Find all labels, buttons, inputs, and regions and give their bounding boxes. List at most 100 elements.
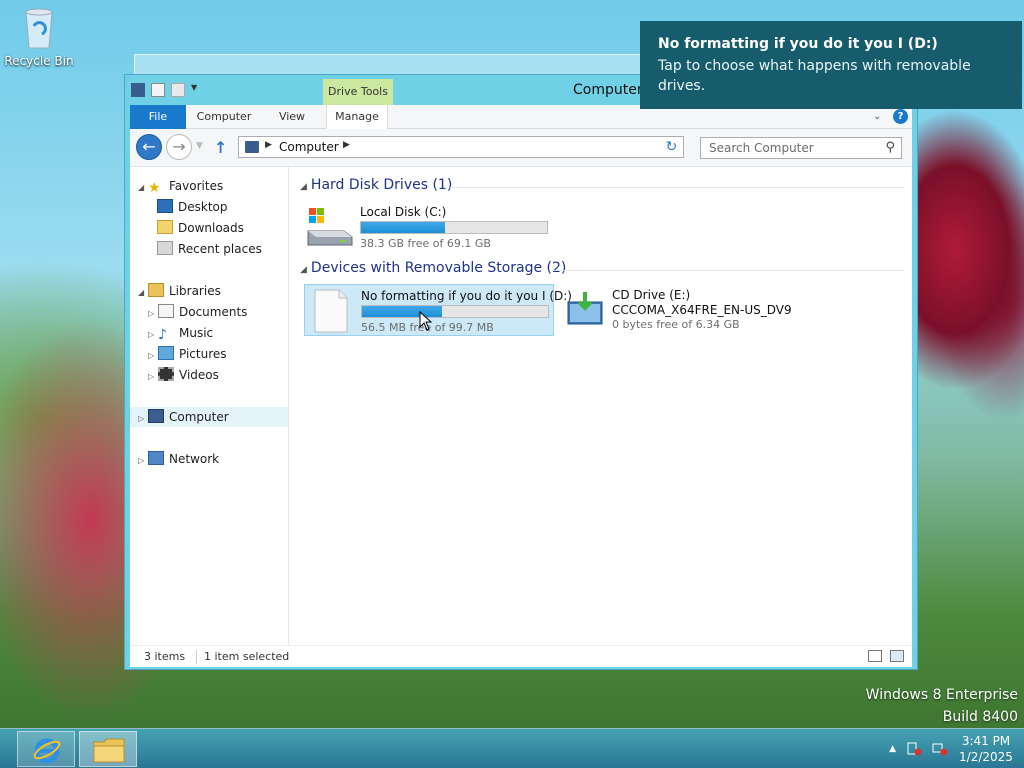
expand-icon[interactable]: ▷ xyxy=(148,325,158,345)
tab-manage[interactable]: Manage xyxy=(326,105,388,129)
hard-drive-icon xyxy=(307,208,353,246)
expand-icon[interactable]: ▷ xyxy=(148,304,158,324)
computer-icon xyxy=(245,141,259,153)
toast-title: No formatting if you do it you I (D:) xyxy=(658,36,938,52)
search-icon[interactable]: ⚲ xyxy=(885,140,895,155)
nav-recent-places[interactable]: Recent places xyxy=(157,239,262,259)
nav-label: Music xyxy=(179,326,214,340)
group-removable-storage[interactable]: ◢ Devices with Removable Storage (2) xyxy=(300,260,566,276)
properties-icon[interactable] xyxy=(151,83,165,97)
group-label: Hard Disk Drives (1) xyxy=(310,177,453,193)
network-status-icon[interactable] xyxy=(932,742,948,756)
tab-computer[interactable]: Computer xyxy=(192,105,256,129)
recent-places-icon xyxy=(157,241,173,255)
libraries-icon xyxy=(148,283,164,297)
action-center-icon[interactable] xyxy=(906,742,922,756)
folder-icon xyxy=(93,738,125,763)
pictures-icon xyxy=(158,346,174,360)
group-label: Devices with Removable Storage (2) xyxy=(310,260,567,276)
back-button[interactable]: ← xyxy=(136,134,162,160)
expand-icon[interactable]: ▷ xyxy=(138,409,148,429)
drive-volume-label: CCCOMA_X64FRE_EN-US_DV9 xyxy=(612,303,792,317)
free-space: 38.3 GB free of 69.1 GB xyxy=(360,237,491,250)
downloads-icon xyxy=(157,220,173,234)
nav-libraries[interactable]: ◢ Libraries xyxy=(138,281,221,301)
search-input[interactable]: Search Computer ⚲ xyxy=(700,137,902,159)
nav-label: Computer xyxy=(169,410,229,424)
nav-downloads[interactable]: Downloads xyxy=(157,218,244,238)
new-folder-icon[interactable] xyxy=(171,83,185,97)
drive-e[interactable]: CD Drive (E:) CCCOMA_X64FRE_EN-US_DV9 0 … xyxy=(558,284,798,336)
collapse-icon[interactable]: ◢ xyxy=(138,283,148,303)
tab-file[interactable]: File xyxy=(130,105,186,129)
refresh-button[interactable]: ↻ xyxy=(660,136,684,158)
selection-count: 1 item selected xyxy=(204,650,290,663)
nav-label: Pictures xyxy=(179,347,227,361)
up-button[interactable]: ↑ xyxy=(214,138,227,157)
build-text: Build 8400 xyxy=(942,709,1018,725)
view-switcher xyxy=(868,650,904,662)
breadcrumb-arrow-icon[interactable]: ▶ xyxy=(343,140,350,150)
quick-access-toolbar: ▼ xyxy=(131,83,201,97)
status-divider xyxy=(196,650,197,664)
drive-c[interactable]: Local Disk (C:) 38.3 GB free of 69.1 GB xyxy=(304,201,554,253)
clock-date: 1/2/2025 xyxy=(959,750,1013,764)
nav-documents[interactable]: ▷ Documents xyxy=(148,302,247,322)
tab-view[interactable]: View xyxy=(270,105,314,129)
taskbar-internet-explorer[interactable] xyxy=(17,731,75,767)
removable-drive-icon xyxy=(314,289,348,333)
clock-time: 3:41 PM xyxy=(961,734,1011,748)
navigation-pane: ◢ ★ Favorites Desktop Downloads Recent pla… xyxy=(130,167,289,645)
recycle-bin-icon xyxy=(22,6,56,50)
explorer-window[interactable]: ▼ Drive Tools Computer File Computer Vie… xyxy=(124,74,918,670)
nav-label: Desktop xyxy=(178,200,228,214)
collapse-icon[interactable]: ◢ xyxy=(300,265,307,275)
nav-label: Network xyxy=(169,452,220,466)
system-tray: ▲ 3:41 PM 1/2/2025 xyxy=(889,733,1014,765)
details-view-icon[interactable] xyxy=(868,650,882,662)
edition-text: Windows 8 Enterprise xyxy=(865,687,1018,703)
recycle-bin-shortcut[interactable]: Recycle Bin xyxy=(4,6,74,68)
expand-ribbon-icon[interactable]: ⌄ xyxy=(873,111,885,123)
large-icons-view-icon[interactable] xyxy=(890,650,904,662)
nav-label: Libraries xyxy=(169,284,221,298)
address-bar[interactable]: ▶ Computer ▶ ⌄ xyxy=(238,136,684,158)
cd-drive-icon xyxy=(567,292,603,325)
nav-music[interactable]: ▷ ♪ Music xyxy=(148,323,213,343)
group-divider xyxy=(552,270,904,271)
network-icon xyxy=(148,451,164,465)
expand-icon[interactable]: ▷ xyxy=(138,451,148,471)
show-hidden-icons-icon[interactable]: ▲ xyxy=(889,744,896,754)
nav-label: Recent places xyxy=(178,242,262,256)
taskbar-file-explorer[interactable] xyxy=(79,731,137,767)
drive-name: Local Disk (C:) xyxy=(360,205,447,219)
nav-favorites[interactable]: ◢ ★ Favorites xyxy=(138,176,223,196)
nav-network[interactable]: ▷ Network xyxy=(138,449,219,469)
breadcrumb-arrow-icon[interactable]: ▶ xyxy=(265,140,272,150)
documents-icon xyxy=(158,304,174,318)
help-icon[interactable]: ? xyxy=(893,109,908,124)
breadcrumb-computer[interactable]: Computer xyxy=(279,140,339,154)
expand-icon[interactable]: ▷ xyxy=(148,346,158,366)
drive-tools-context-tab: Drive Tools xyxy=(323,79,393,105)
nav-computer[interactable]: ▷ Computer xyxy=(130,407,288,427)
nav-pictures[interactable]: ▷ Pictures xyxy=(148,344,227,364)
clock[interactable]: 3:41 PM 1/2/2025 xyxy=(958,733,1014,765)
nav-label: Favorites xyxy=(169,179,224,193)
collapse-icon[interactable]: ◢ xyxy=(300,182,307,192)
customize-qat-icon[interactable]: ▼ xyxy=(191,83,201,97)
videos-icon xyxy=(158,367,174,381)
expand-icon[interactable]: ▷ xyxy=(148,367,158,387)
nav-label: Documents xyxy=(179,305,248,319)
drive-name: No formatting if you do it you I (D:) xyxy=(361,289,572,303)
item-count: 3 items xyxy=(144,650,186,663)
nav-desktop[interactable]: Desktop xyxy=(157,197,228,217)
recent-locations-chevron-icon[interactable]: ▼ xyxy=(196,141,203,151)
nav-videos[interactable]: ▷ Videos xyxy=(148,365,219,385)
group-divider xyxy=(450,187,904,188)
group-hard-disk-drives[interactable]: ◢ Hard Disk Drives (1) xyxy=(300,177,452,193)
toast-body: Tap to choose what happens with removabl… xyxy=(658,58,971,94)
autoplay-toast[interactable]: No formatting if you do it you I (D:) Ta… xyxy=(640,21,1022,109)
forward-button[interactable]: → xyxy=(166,134,192,160)
collapse-icon[interactable]: ◢ xyxy=(138,178,148,198)
